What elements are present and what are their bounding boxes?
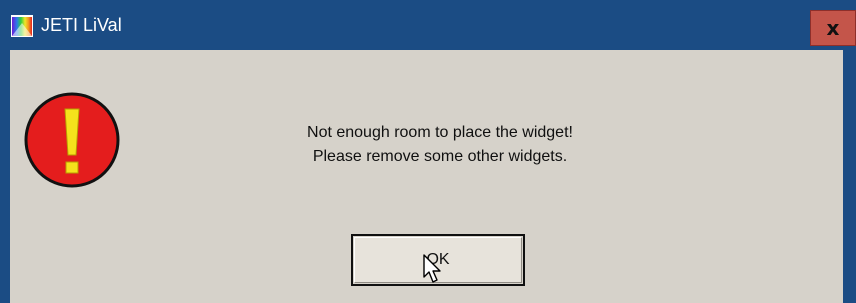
window-title: JETI LiVal [41, 15, 122, 35]
ok-button[interactable]: OK [351, 234, 525, 286]
warning-icon [24, 92, 120, 188]
close-icon: x [826, 16, 840, 40]
ok-button-label: OK [426, 251, 450, 268]
title-bar[interactable]: JETI LiVal x [0, 0, 856, 50]
dialog-body: Not enough room to place the widget! Ple… [10, 50, 843, 303]
dialog-message: Not enough room to place the widget! Ple… [170, 121, 710, 169]
message-line-1: Not enough room to place the widget! [307, 124, 573, 141]
message-line-2: Please remove some other widgets. [312, 148, 568, 165]
close-button[interactable]: x [810, 10, 856, 46]
app-icon [11, 15, 33, 37]
ok-button-face: OK [354, 237, 522, 283]
dialog-window: JETI LiVal x Not enough room to place th… [0, 0, 856, 303]
